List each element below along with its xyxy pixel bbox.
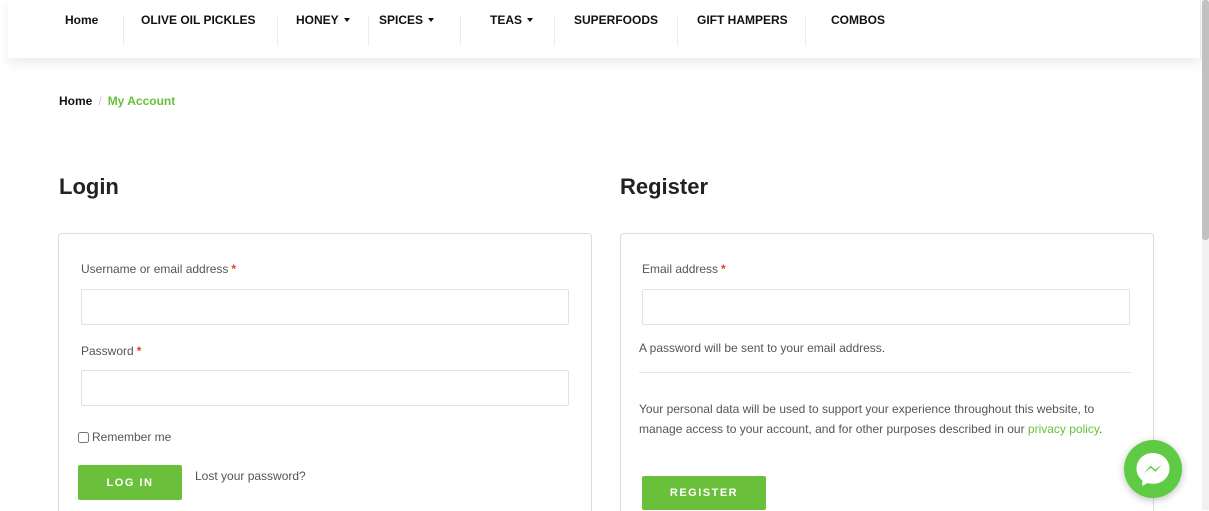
privacy-policy-link[interactable]: privacy policy (1028, 422, 1099, 436)
nav-divider (554, 16, 555, 46)
required-mark: * (231, 262, 237, 276)
remember-me-label: Remember me (92, 430, 172, 444)
username-label-text: Username or email address (81, 262, 229, 276)
nav-gift-hampers[interactable]: GIFT HAMPERS (697, 0, 788, 40)
nav-olive-oil-pickles-label: OLIVE OIL PICKLES (141, 13, 256, 27)
nav-olive-oil-pickles[interactable]: OLIVE OIL PICKLES (141, 0, 255, 40)
nav-gift-hampers-label: GIFT HAMPERS (697, 13, 788, 27)
nav-combos-label: COMBOS (831, 13, 885, 27)
nav-divider (123, 16, 124, 46)
nav-home[interactable]: Home (65, 0, 98, 40)
breadcrumb-home[interactable]: Home (59, 94, 92, 108)
privacy-notice: Your personal data will be used to suppo… (639, 399, 1125, 439)
privacy-period: . (1099, 422, 1103, 436)
password-input[interactable] (81, 370, 569, 406)
email-input[interactable] (642, 289, 1130, 325)
breadcrumb: Home / My Account (59, 94, 175, 108)
nav-teas-label: TEAS (490, 13, 523, 27)
breadcrumb-separator: / (98, 94, 102, 108)
password-note: A password will be sent to your email ad… (639, 341, 886, 355)
caret-down-icon (343, 18, 350, 22)
nav-superfoods-label: SUPERFOODS (574, 13, 659, 27)
register-button[interactable]: REGISTER (642, 476, 766, 510)
messenger-chat-icon (1136, 453, 1170, 486)
nav-divider (677, 16, 678, 46)
login-button[interactable]: LOG IN (78, 465, 182, 500)
register-title: Register (620, 174, 709, 199)
nav-spices[interactable]: SPICES (379, 0, 435, 40)
login-title: Login (59, 174, 119, 199)
nav-teas[interactable]: TEAS (490, 0, 534, 40)
nav-honey-label: HONEY (296, 13, 339, 27)
privacy-text: Your personal data will be used to suppo… (639, 402, 1095, 436)
nav-divider (277, 16, 278, 46)
nav-honey[interactable]: HONEY (296, 0, 350, 40)
messenger-chat-button[interactable] (1124, 440, 1182, 498)
main-navigation: Home OLIVE OIL PICKLES HONEY SPICES TEAS… (8, 0, 1201, 58)
caret-down-icon (428, 18, 435, 22)
nav-divider (368, 16, 369, 46)
password-label-text: Password (81, 344, 134, 358)
nav-divider (460, 16, 461, 46)
breadcrumb-current: My Account (107, 94, 176, 108)
nav-superfoods[interactable]: SUPERFOODS (574, 0, 658, 40)
required-mark: * (721, 262, 726, 276)
remember-me-checkbox[interactable] (78, 431, 89, 443)
username-label: Username or email address * (81, 262, 236, 276)
nav-spices-label: SPICES (379, 13, 424, 27)
email-label-text: Email address (642, 262, 719, 276)
divider (639, 372, 1131, 373)
page-scrollbar-thumb[interactable] (1202, 0, 1209, 240)
nav-home-label: Home (65, 13, 99, 27)
required-mark: * (136, 344, 142, 358)
email-label: Email address * (642, 262, 726, 276)
caret-down-icon (527, 18, 534, 22)
nav-combos[interactable]: COMBOS (831, 0, 885, 40)
password-label: Password * (81, 344, 141, 358)
lost-password-link[interactable]: Lost your password? (195, 469, 306, 483)
remember-me[interactable]: Remember me (78, 430, 171, 444)
username-input[interactable] (81, 289, 569, 325)
nav-divider (805, 16, 806, 46)
